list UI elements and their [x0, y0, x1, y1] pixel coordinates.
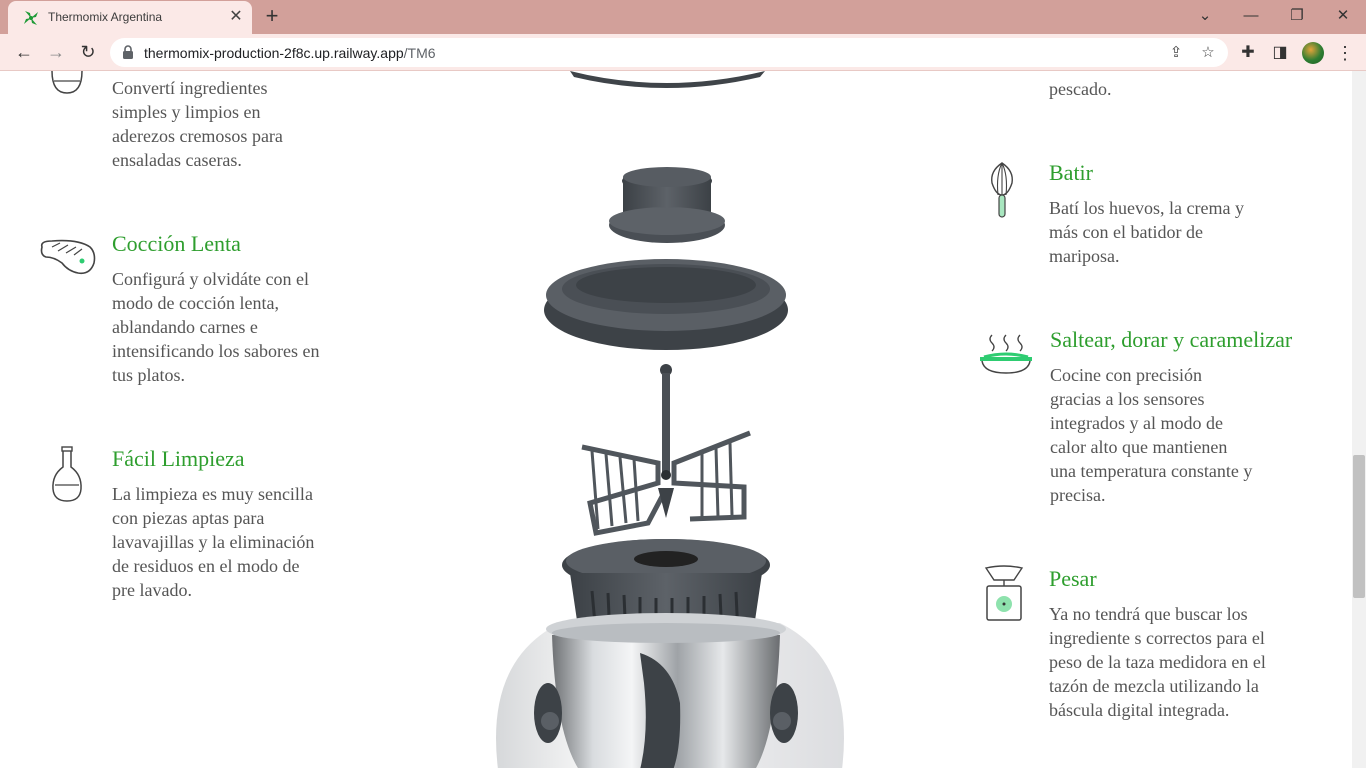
- forward-icon[interactable]: →: [44, 40, 68, 64]
- steaming-pan-icon: [978, 333, 1034, 377]
- close-tab-icon[interactable]: ✕: [226, 7, 246, 27]
- bookmark-star-icon[interactable]: ☆: [1198, 43, 1218, 63]
- feature-text-saute: Cocine con precisión gracias a los senso…: [1050, 365, 1253, 505]
- thermomix-logo-icon: [22, 9, 40, 27]
- scrollbar-thumb[interactable]: [1353, 455, 1365, 598]
- flask-icon: [50, 445, 84, 503]
- feature-title-saute: Saltear, dorar y caramelizar: [1050, 327, 1293, 352]
- feature-title-weigh: Pesar: [1049, 566, 1097, 591]
- share-icon[interactable]: ⇪: [1166, 43, 1186, 63]
- side-panel-icon[interactable]: ◨: [1270, 43, 1290, 63]
- tab-strip: Thermomix Argentina ✕ + ⌄ — ❐ ✕: [0, 0, 1366, 34]
- back-icon[interactable]: ←: [12, 40, 36, 64]
- feature-text-whisk: Batí los huevos, la crema y más con el b…: [1049, 198, 1244, 266]
- feature-title-whisk: Batir: [1049, 160, 1093, 185]
- feature-text-fish-partial: pescado.: [1049, 71, 1259, 101]
- thermomix-exploded-view: [440, 71, 900, 768]
- extensions-icon[interactable]: ✚: [1238, 43, 1258, 63]
- feature-text-weigh: Ya no tendrá que buscar los ingrediente …: [1049, 602, 1279, 722]
- profile-avatar[interactable]: [1302, 42, 1324, 64]
- whisk-icon: [988, 161, 1016, 219]
- restore-button[interactable]: ❐: [1284, 4, 1310, 28]
- feature-text-easy-cleaning: La limpieza es muy sencilla con piezas a…: [112, 484, 315, 600]
- feature-title-easy-cleaning: Fácil Limpieza: [112, 446, 245, 471]
- menu-icon[interactable]: ⋮: [1336, 42, 1354, 64]
- feature-title-slow-cooking: Cocción Lenta: [112, 231, 241, 256]
- feature-text-weigh-body: Ya no tendrá que buscar los ingrediente …: [1049, 604, 1266, 720]
- feature-text-dressing: Convertí ingredientes simples y limpios …: [112, 78, 283, 170]
- page-content: Convertí ingredientes simples y limpios …: [0, 71, 1352, 768]
- url-text: thermomix-production-2f8c.up.railway.app…: [144, 45, 436, 61]
- new-tab-button[interactable]: +: [260, 5, 284, 29]
- dressing-bowl-icon: [50, 71, 84, 99]
- url-host: thermomix-production-2f8c.up.railway.app: [144, 45, 404, 61]
- tab-search-icon[interactable]: ⌄: [1192, 4, 1218, 28]
- tab-title: Thermomix Argentina: [48, 10, 163, 24]
- browser-tab[interactable]: Thermomix Argentina ✕: [8, 1, 252, 34]
- scrollbar-track[interactable]: [1352, 71, 1366, 768]
- scale-icon: [984, 564, 1024, 624]
- lock-icon[interactable]: [122, 45, 134, 59]
- url-path: /TM6: [403, 45, 436, 61]
- minimize-button[interactable]: —: [1238, 4, 1264, 28]
- address-bar[interactable]: thermomix-production-2f8c.up.railway.app…: [110, 38, 1228, 67]
- close-window-button[interactable]: ✕: [1330, 4, 1356, 28]
- steak-icon: [38, 237, 98, 279]
- feature-text-fish-word: pescado.: [1049, 79, 1112, 99]
- toolbar: ← → ↻ thermomix-production-2f8c.up.railw…: [0, 34, 1366, 71]
- feature-text-slow-cooking: Configurá y olvidáte con el modo de cocc…: [112, 269, 320, 385]
- reload-icon[interactable]: ↻: [76, 40, 100, 64]
